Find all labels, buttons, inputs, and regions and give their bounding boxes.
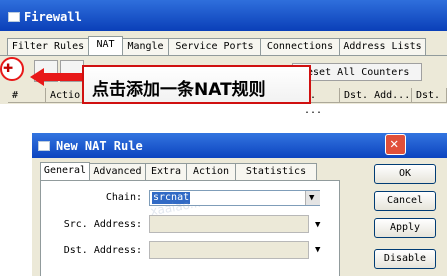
cancel-button[interactable]: Cancel <box>374 191 436 211</box>
src-address-label: Src. Address: <box>63 219 142 230</box>
callout-arrow <box>30 68 84 86</box>
src-address-input[interactable] <box>149 215 309 233</box>
firewall-title: Firewall <box>24 10 82 24</box>
tab-advanced[interactable]: Advanced <box>89 163 146 180</box>
dst-address-dropdown-icon[interactable]: ▼ <box>315 245 320 255</box>
chain-label: Chain: <box>105 192 142 203</box>
tab-statistics[interactable]: Statistics <box>235 163 317 180</box>
ok-button[interactable]: OK <box>374 164 436 184</box>
tab-general[interactable]: General <box>40 162 90 181</box>
tab-address-lists[interactable]: Address Lists <box>339 38 426 55</box>
nat-dialog-tab-bar: General Advanced Extra Action Statistics <box>40 162 340 181</box>
column-header-number[interactable]: # <box>8 88 46 103</box>
dst-address-input[interactable] <box>149 241 309 259</box>
tab-mangle[interactable]: Mangle <box>122 38 169 55</box>
close-button[interactable]: ✕ <box>385 134 406 155</box>
nat-dialog-title: New NAT Rule <box>56 139 143 153</box>
column-header-dst-address[interactable]: Dst. Add... <box>340 88 412 103</box>
tab-extra[interactable]: Extra <box>145 163 187 180</box>
window-icon <box>38 141 50 151</box>
close-icon: ✕ <box>390 136 399 152</box>
firewall-titlebar[interactable]: Firewall <box>0 0 447 31</box>
tab-filter-rules[interactable]: Filter Rules <box>7 38 89 55</box>
callout-text: 点击添加一条NAT规则 <box>92 80 266 100</box>
dst-address-label: Dst. Address: <box>63 245 142 256</box>
window-icon <box>8 12 20 22</box>
column-header-dst[interactable]: Dst. <box>412 88 447 103</box>
add-rule-button[interactable]: ✚ <box>0 57 24 81</box>
chevron-down-icon: ▼ <box>309 193 315 203</box>
firewall-tab-bar: Filter Rules NAT Mangle Service Ports Co… <box>0 36 447 56</box>
tab-service-ports[interactable]: Service Ports <box>168 38 261 55</box>
src-address-dropdown-icon[interactable]: ▼ <box>315 220 320 230</box>
instruction-callout: 点击添加一条NAT规则 <box>82 65 311 104</box>
chain-dropdown-button[interactable]: ▼ <box>305 191 320 205</box>
tab-underline <box>0 55 447 56</box>
reset-all-counters-button[interactable]: Reset All Counters <box>292 63 422 81</box>
column-header-action[interactable]: Actio <box>46 88 86 103</box>
tab-nat[interactable]: NAT <box>88 36 123 55</box>
tab-action[interactable]: Action <box>186 163 236 180</box>
rules-grid-body <box>0 104 447 108</box>
disable-button[interactable]: Disable <box>374 249 436 269</box>
tab-connections[interactable]: Connections <box>260 38 340 55</box>
apply-button[interactable]: Apply <box>374 218 436 238</box>
nat-dialog-titlebar[interactable]: New NAT Rule ✕ <box>32 133 447 158</box>
plus-icon: ✚ <box>3 57 14 77</box>
new-nat-rule-dialog: New NAT Rule ✕ General Advanced Extra Ac… <box>32 133 447 276</box>
